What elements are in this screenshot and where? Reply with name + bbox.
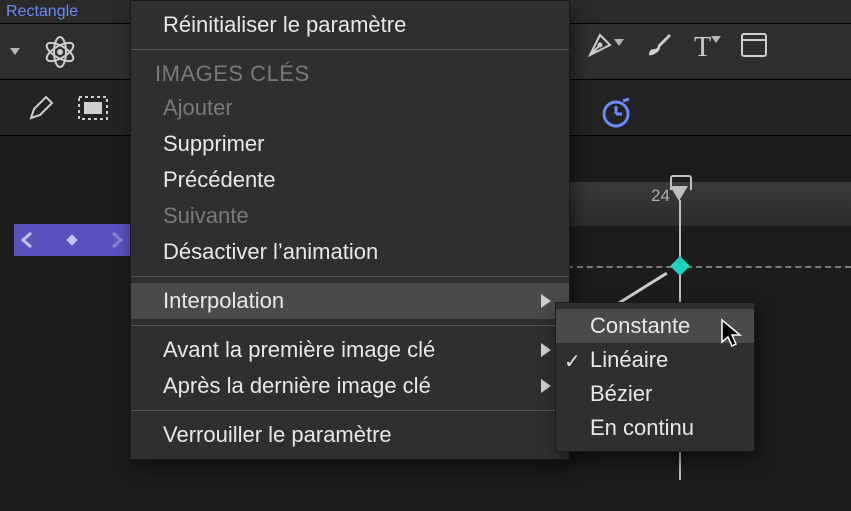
clock-icon — [600, 96, 632, 133]
menu-disable-animation[interactable]: Désactiver l’animation — [131, 234, 569, 270]
playhead-marker[interactable] — [670, 186, 688, 201]
menu-before-first-keyframe[interactable]: Avant la première image clé — [131, 332, 569, 368]
menu-separator — [131, 276, 569, 277]
menu-label: Verrouiller le paramètre — [163, 422, 392, 448]
ruler-tick-label: 24 — [651, 186, 670, 206]
menu-separator — [131, 325, 569, 326]
chevron-down-icon — [614, 39, 624, 63]
menu-next-keyframe: Suivante — [131, 198, 569, 234]
menu-section-keyframes: IMAGES CLÉS — [131, 56, 569, 90]
submenu-label: Bézier — [590, 381, 652, 406]
brush-tool[interactable] — [644, 30, 674, 65]
disclosure-button[interactable] — [10, 48, 20, 55]
submenu-label: Constante — [590, 313, 690, 338]
menu-label: Interpolation — [163, 288, 284, 314]
pencil-icon[interactable] — [28, 95, 54, 121]
atom-icon — [42, 34, 78, 70]
chevron-left-icon[interactable] — [20, 231, 34, 249]
menu-interpolation[interactable]: Interpolation — [131, 283, 569, 319]
chevron-down-icon — [711, 36, 721, 60]
keyframe-diamond-icon[interactable] — [64, 232, 80, 248]
menu-label: Supprimer — [163, 131, 264, 157]
menu-label: Réinitialiser le paramètre — [163, 12, 406, 38]
pen-nib-icon — [586, 31, 614, 59]
menu-separator — [131, 49, 569, 50]
keyframe-node[interactable] — [670, 256, 690, 276]
submenu-bezier[interactable]: Bézier — [556, 377, 754, 411]
menu-after-last-keyframe[interactable]: Après la dernière image clé — [131, 368, 569, 404]
menu-label: Après la dernière image clé — [163, 373, 431, 399]
menu-label: Précédente — [163, 167, 276, 193]
menu-reset-parameter[interactable]: Réinitialiser le paramètre — [131, 7, 569, 43]
checkmark-icon: ✓ — [564, 349, 581, 374]
submenu-label: Linéaire — [590, 347, 668, 372]
text-tool-label: T — [694, 32, 711, 63]
submenu-arrow-icon — [541, 379, 551, 393]
menu-delete-keyframe[interactable]: Supprimer — [131, 126, 569, 162]
menu-label: Ajouter — [163, 95, 233, 121]
chevron-down-icon — [10, 48, 20, 55]
submenu-arrow-icon — [541, 343, 551, 357]
text-tool[interactable]: T — [694, 32, 721, 64]
context-menu: Réinitialiser le paramètre IMAGES CLÉS A… — [130, 0, 570, 460]
menu-add-keyframe: Ajouter — [131, 90, 569, 126]
chevron-right-icon[interactable] — [110, 231, 124, 249]
menu-label: Suivante — [163, 203, 249, 229]
menu-label: Avant la première image clé — [163, 337, 435, 363]
marquee-icon[interactable] — [78, 96, 108, 120]
menu-label: Désactiver l’animation — [163, 239, 378, 265]
menu-previous-keyframe[interactable]: Précédente — [131, 162, 569, 198]
panel-tool[interactable] — [741, 33, 767, 62]
brush-icon — [644, 30, 674, 60]
submenu-arrow-icon — [541, 294, 551, 308]
mouse-cursor — [720, 318, 744, 353]
atom-tool[interactable] — [42, 34, 78, 70]
submenu-continu[interactable]: En continu — [556, 411, 754, 445]
track-clip[interactable] — [14, 224, 130, 256]
menu-lock-parameter[interactable]: Verrouiller le paramètre — [131, 417, 569, 453]
menu-separator — [131, 410, 569, 411]
panel-icon — [741, 33, 767, 57]
submenu-label: En continu — [590, 415, 694, 440]
window-title: Rectangle — [6, 3, 78, 21]
pen-tool[interactable] — [586, 31, 624, 64]
